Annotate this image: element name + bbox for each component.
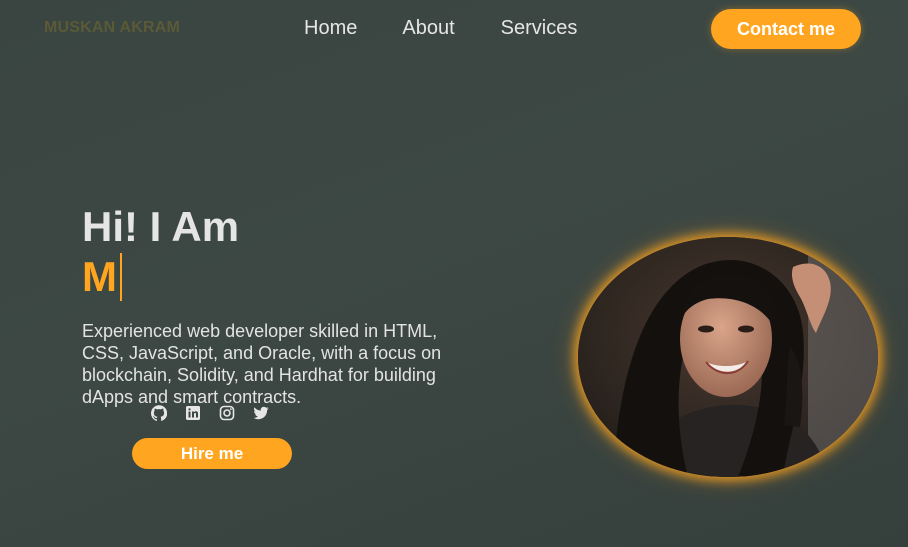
social-links [150,404,269,421]
contact-button[interactable]: Contact me [711,9,861,49]
github-icon[interactable] [150,404,167,421]
typing-cursor [120,253,122,301]
linkedin-icon[interactable] [184,404,201,421]
hero-greeting: Hi! I Am [82,203,240,250]
portfolio-page: MUSKAN AKRAM Home About Services Contact… [0,0,908,547]
main-nav: Home About Services [304,16,577,40]
hero-description: Experienced web developer skilled in HTM… [82,321,442,407]
twitter-icon[interactable] [252,404,269,421]
site-logo[interactable]: MUSKAN AKRAM [44,19,180,37]
instagram-icon[interactable] [218,404,235,421]
nav-services-link[interactable]: Services [501,16,578,40]
nav-about-link[interactable]: About [402,16,454,40]
hire-me-button[interactable]: Hire me [132,438,292,469]
typed-name: M [82,252,122,302]
profile-portrait-image [578,237,878,477]
typed-text: M [82,253,117,300]
nav-home-link[interactable]: Home [304,16,357,40]
profile-photo [578,237,878,477]
